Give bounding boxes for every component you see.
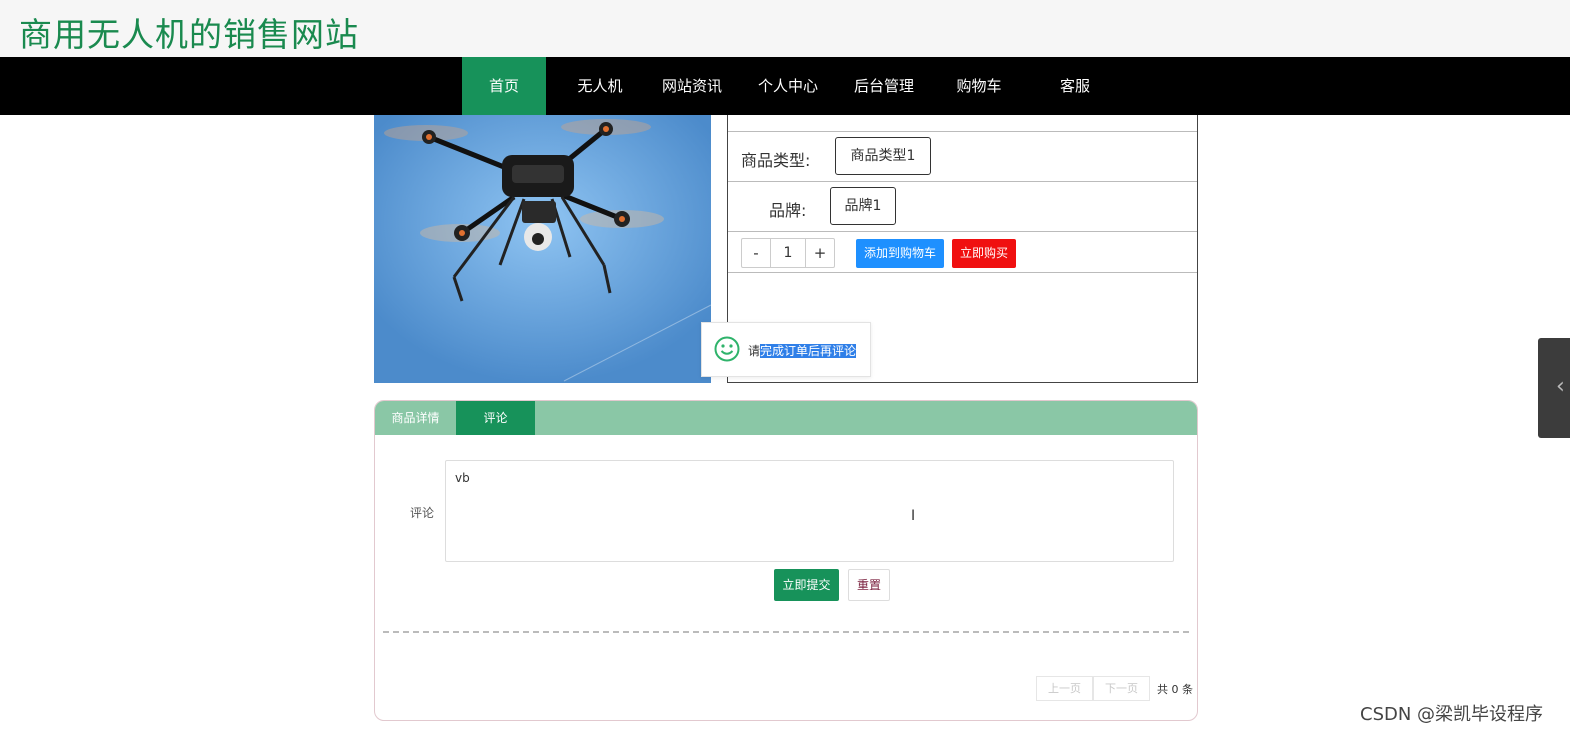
- nav-admin[interactable]: 后台管理: [842, 57, 926, 115]
- toast-message: 请完成订单后再评论: [701, 322, 871, 377]
- comment-label: 评论: [410, 506, 435, 520]
- nav-home[interactable]: 首页: [462, 57, 546, 115]
- product-image: [374, 115, 711, 383]
- submit-button[interactable]: 立即提交: [774, 569, 839, 601]
- brand-value-tag[interactable]: 品牌1: [830, 187, 896, 225]
- side-drawer-toggle[interactable]: ‹: [1538, 338, 1570, 438]
- nav-support[interactable]: 客服: [1033, 57, 1117, 115]
- type-value-tag[interactable]: 商品类型1: [835, 137, 931, 175]
- info-row-type: 商品类型: 商品类型1: [728, 132, 1197, 182]
- total-count: 共 0 条: [1157, 683, 1193, 696]
- chevron-left-icon: ‹: [1556, 374, 1565, 399]
- smile-icon: [714, 336, 740, 362]
- tabs-panel: 商品详情 评论 评论 vb I 立即提交 重置 上一页 下一页 共 0 条: [374, 400, 1198, 721]
- toast-text-prefix: 请: [748, 344, 761, 358]
- nav-user-center[interactable]: 个人中心: [746, 57, 830, 115]
- decrease-button[interactable]: -: [742, 239, 770, 267]
- next-page-button[interactable]: 下一页: [1093, 676, 1150, 701]
- nav-cart[interactable]: 购物车: [937, 57, 1021, 115]
- main-nav: 首页 无人机 网站资讯 个人中心 后台管理 购物车 客服: [0, 57, 1570, 115]
- text-cursor-icon: I: [911, 508, 916, 524]
- tab-bar: 商品详情 评论: [375, 401, 1197, 435]
- quantity-input[interactable]: 1: [770, 239, 806, 267]
- add-to-cart-button[interactable]: 添加到购物车: [856, 239, 944, 268]
- nav-news[interactable]: 网站资讯: [650, 57, 734, 115]
- top-header: 商用无人机的销售网站: [0, 0, 1570, 57]
- watermark: CSDN @梁凯毕设程序: [1360, 704, 1544, 725]
- brand-label: 品牌:: [769, 201, 807, 220]
- comment-textarea[interactable]: vb: [445, 460, 1174, 562]
- type-label: 商品类型:: [741, 151, 811, 170]
- toast-text: 请完成订单后再评论: [748, 342, 857, 359]
- info-row-purchase: - 1 + 添加到购物车 立即购买: [728, 232, 1197, 273]
- buy-now-button[interactable]: 立即购买: [952, 239, 1016, 268]
- quantity-stepper: - 1 +: [741, 238, 835, 268]
- info-row-brand: 品牌: 品牌1: [728, 182, 1197, 232]
- tab-comments[interactable]: 评论: [456, 401, 535, 435]
- prev-page-button[interactable]: 上一页: [1036, 676, 1093, 701]
- toast-text-selected: 完成订单后再评论: [760, 344, 857, 358]
- divider: [383, 631, 1189, 633]
- site-title: 商用无人机的销售网站: [19, 15, 359, 54]
- nav-drones[interactable]: 无人机: [558, 57, 642, 115]
- drone-picture: [374, 115, 711, 383]
- info-row-top: [728, 115, 1197, 132]
- tab-product-details[interactable]: 商品详情: [375, 401, 456, 435]
- increase-button[interactable]: +: [806, 239, 834, 267]
- reset-button[interactable]: 重置: [848, 569, 890, 601]
